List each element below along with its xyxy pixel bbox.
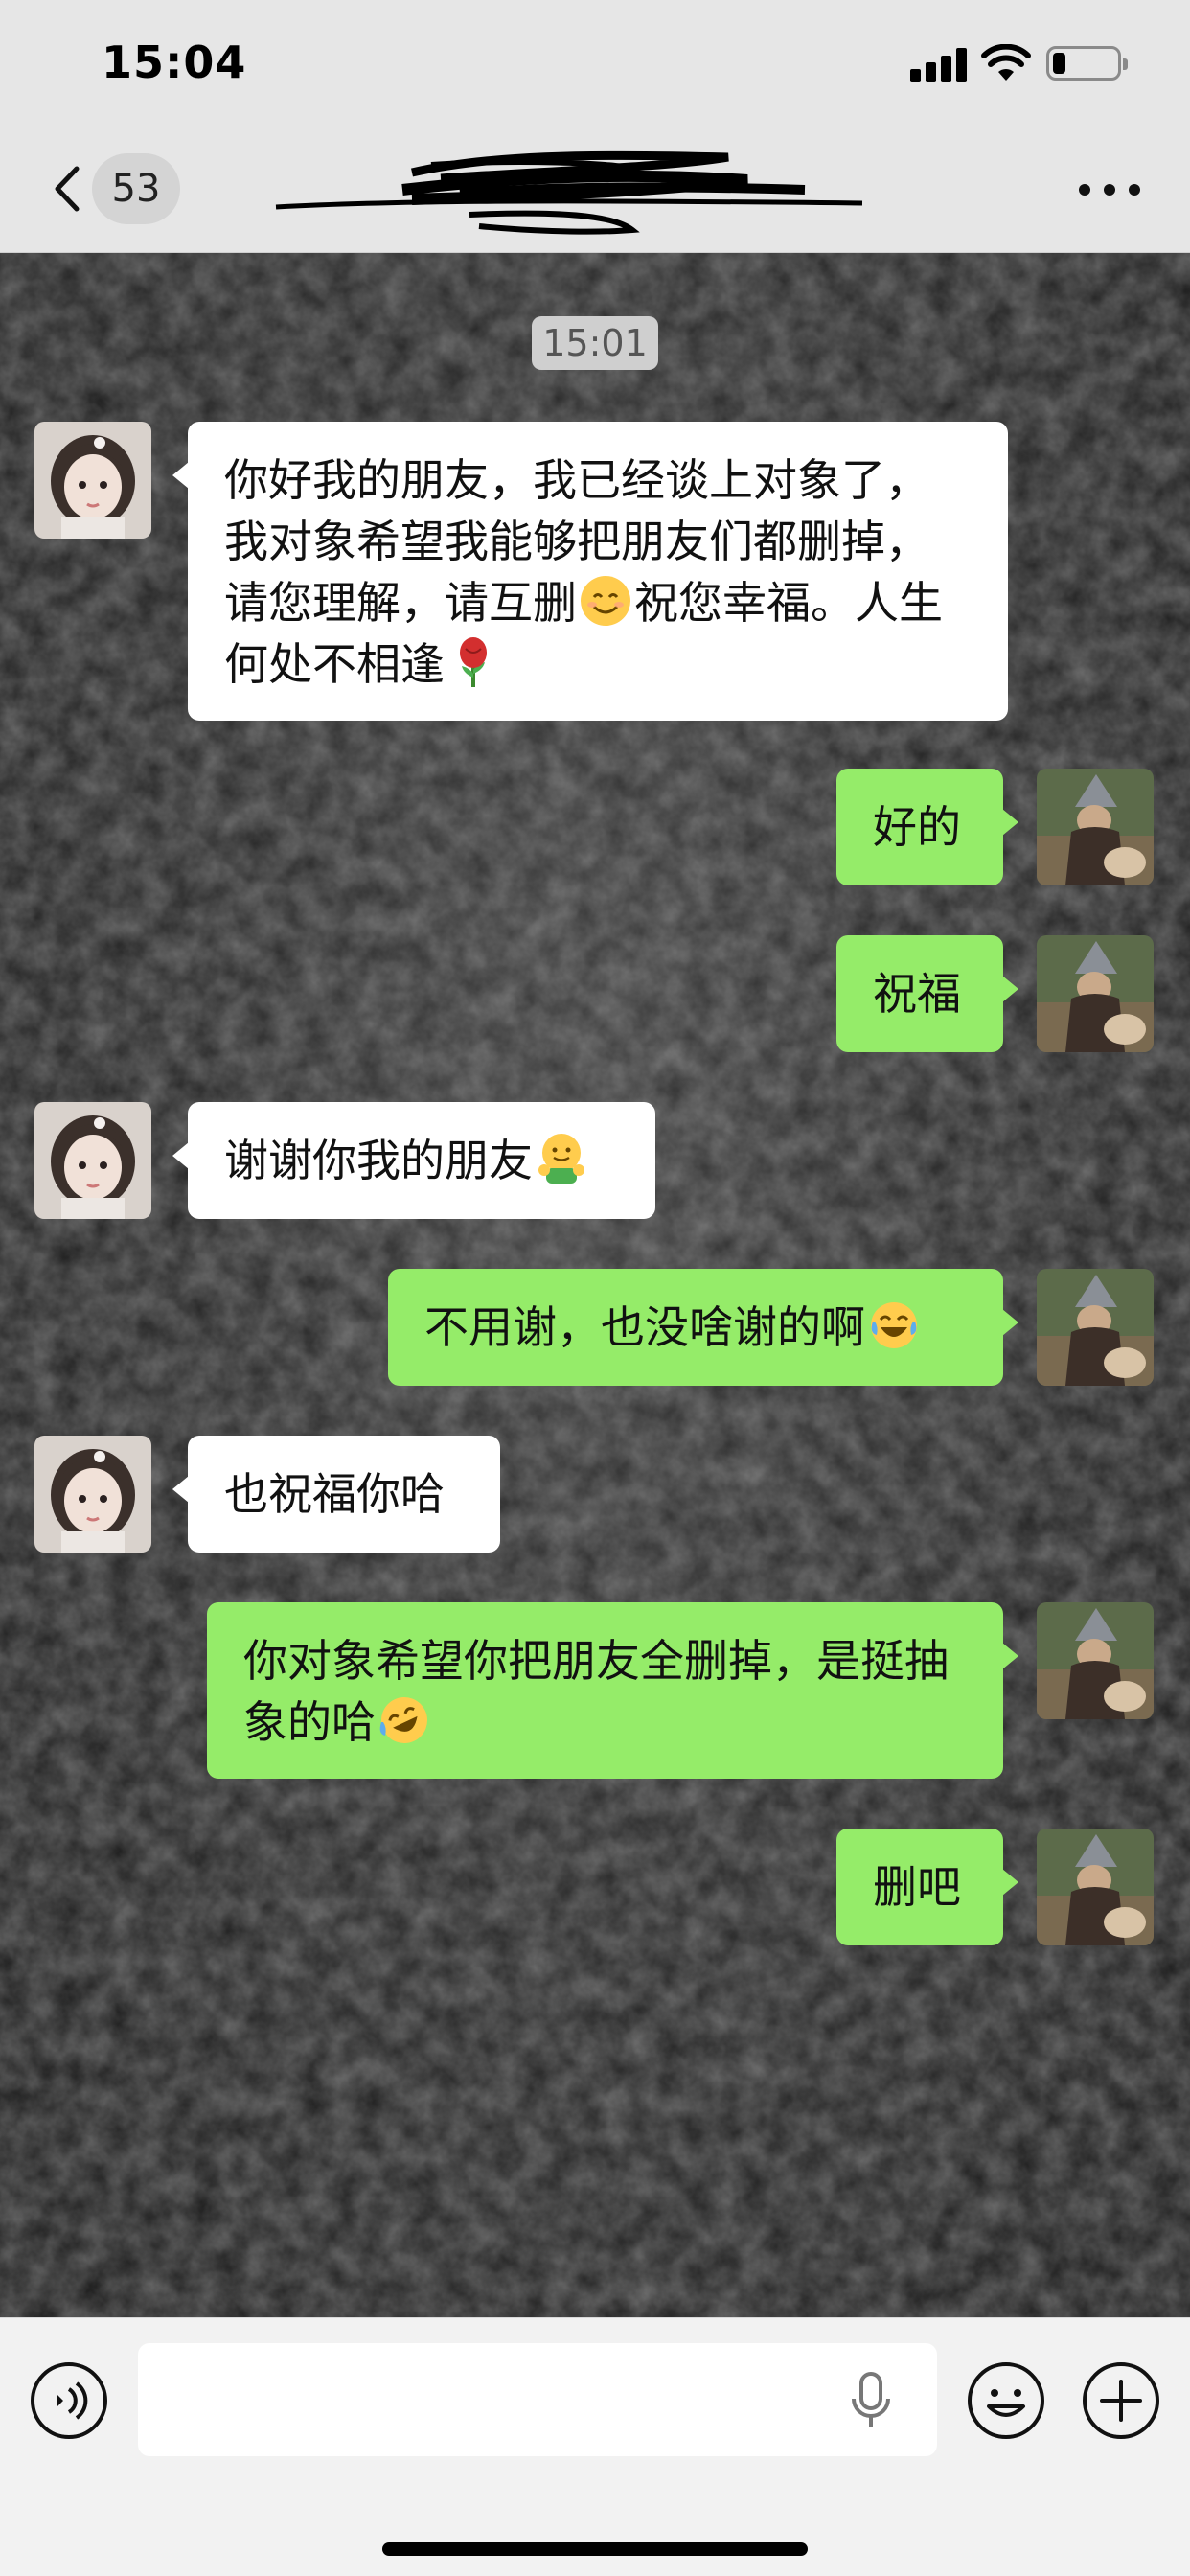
message-bubble-outgoing[interactable]: 好的 [836, 769, 1018, 886]
self-avatar[interactable] [1037, 1269, 1154, 1386]
more-dots-icon[interactable] [1071, 161, 1148, 218]
message-bubble-outgoing[interactable]: 不用谢，也没啥谢的啊 [388, 1269, 1018, 1386]
message-text: 删吧 [873, 1861, 961, 1913]
message-text: 谢谢你我的朋友 [224, 1135, 533, 1186]
message-text: 好的 [873, 801, 961, 853]
self-avatar[interactable] [1037, 769, 1154, 886]
contact-avatar[interactable] [34, 1102, 151, 1219]
self-avatar[interactable] [1037, 1828, 1154, 1945]
contact-avatar[interactable] [34, 422, 151, 539]
microphone-icon[interactable] [847, 2370, 895, 2431]
tears-of-joy-emoji [871, 1302, 917, 1348]
cellular-signal-icon [910, 48, 968, 82]
message-text: 不用谢，也没啥谢的啊 [424, 1301, 865, 1353]
message-input[interactable] [138, 2343, 937, 2456]
unread-count-badge: 53 [92, 153, 180, 224]
rose-emoji [460, 637, 487, 687]
message-bubble-outgoing[interactable]: 删吧 [836, 1828, 1018, 1945]
self-avatar[interactable] [1037, 935, 1154, 1052]
status-icons [910, 44, 1131, 82]
message-text: 祝福 [873, 968, 961, 1020]
message-text: 也祝福你哈 [224, 1468, 445, 1520]
message-bubble-incoming[interactable]: 谢谢你我的朋友 [172, 1102, 655, 1219]
battery-icon [1046, 46, 1128, 80]
message-bubble-outgoing[interactable]: 祝福 [836, 935, 1018, 1052]
contact-avatar[interactable] [34, 1436, 151, 1552]
chevron-left-icon [55, 166, 80, 212]
plus-circle-icon[interactable] [1081, 2360, 1161, 2441]
chat-screen: 15:04 53 15:01 你好我的朋友，我已经谈上对象了，我对象希望我能够把… [0, 0, 1190, 2576]
message-bubble-incoming[interactable]: 也祝福你哈 [172, 1436, 500, 1552]
message-bubble-incoming[interactable]: 你好我的朋友，我已经谈上对象了，我对象希望我能够把朋友们都删掉，请您理解，请互删… [172, 422, 1008, 721]
input-bar [0, 2317, 1190, 2576]
home-indicator [382, 2542, 808, 2556]
rolling-laughing-emoji [379, 1697, 427, 1743]
battery-level [1053, 53, 1065, 74]
chat-area[interactable]: 15:01 你好我的朋友，我已经谈上对象了，我对象希望我能够把朋友们都删掉，请您… [0, 253, 1190, 2317]
status-time: 15:04 [102, 36, 247, 88]
back-button[interactable]: 53 [38, 153, 192, 224]
wifi-icon [981, 44, 1031, 80]
hugging-face-emoji [538, 1134, 584, 1184]
self-avatar[interactable] [1037, 1602, 1154, 1719]
voice-mode-icon[interactable] [29, 2360, 109, 2441]
message-text: 你对象希望你把朋友全删掉，是挺抽象的哈 [243, 1635, 949, 1748]
redacted-title-scribble [275, 150, 863, 235]
top-bar: 15:04 53 [0, 0, 1190, 253]
smiling-face-emoji [581, 576, 630, 626]
message-bubble-outgoing[interactable]: 你对象希望你把朋友全删掉，是挺抽象的哈 [207, 1602, 1018, 1779]
emoji-face-icon[interactable] [966, 2360, 1046, 2441]
message-timestamp: 15:01 [532, 316, 658, 370]
